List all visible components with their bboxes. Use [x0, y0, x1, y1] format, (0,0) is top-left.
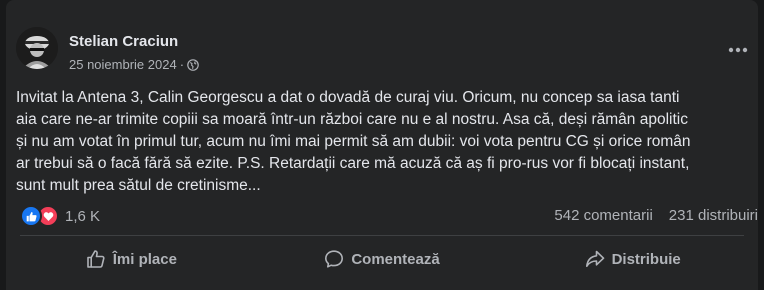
share-icon — [585, 250, 604, 267]
share-button[interactable]: Distribuie — [507, 240, 758, 278]
divider — [20, 235, 744, 236]
post-date[interactable]: 25 noiembrie 2024 — [69, 57, 177, 72]
like-icon — [20, 205, 42, 227]
post-body-line: aia care ne-ar trimite copiii sa moară î… — [16, 111, 688, 128]
author-name[interactable]: Stelian Craciun — [69, 33, 178, 50]
post-card: Stelian Craciun 25 noiembrie 2024 · Invi… — [6, 0, 758, 290]
globe-icon — [187, 58, 199, 71]
post-body-line: Invitat la Antena 3, Calin Georgescu a d… — [16, 89, 680, 106]
engagement-stats: 542 comentarii 231 distribuiri — [6, 207, 758, 224]
avatar-image — [16, 27, 58, 69]
post-body-line: și nu am votat în primul tur, acum nu îm… — [16, 133, 691, 150]
post-body-line: ar trebui să o facă fără să ezite. P.S. … — [16, 155, 690, 172]
comments-count[interactable]: 542 comentarii — [554, 207, 652, 224]
thumbs-up-icon — [86, 250, 105, 268]
more-horizontal-icon[interactable] — [726, 38, 750, 62]
post-meta: 25 noiembrie 2024 · — [69, 57, 199, 72]
like-button-label: Îmi place — [112, 250, 177, 268]
reactions-count: 1,6 K — [65, 207, 101, 225]
avatar[interactable] — [16, 27, 58, 69]
post-body: Invitat la Antena 3, Calin Georgescu a d… — [16, 87, 756, 197]
meta-separator: · — [179, 57, 185, 72]
comment-button[interactable]: Comentează — [257, 240, 508, 278]
reactions-summary[interactable]: 1,6 K — [20, 205, 100, 227]
share-button-label: Distribuie — [611, 250, 681, 268]
action-bar: Îmi place Comentează Distribuie — [6, 240, 758, 278]
post-body-line: sunt mult prea sătul de cretinisme... — [16, 177, 261, 194]
comment-button-label: Comentează — [351, 250, 440, 268]
comment-icon — [325, 250, 344, 268]
shares-count[interactable]: 231 distribuiri — [669, 207, 758, 224]
like-button[interactable]: Îmi place — [6, 240, 257, 278]
